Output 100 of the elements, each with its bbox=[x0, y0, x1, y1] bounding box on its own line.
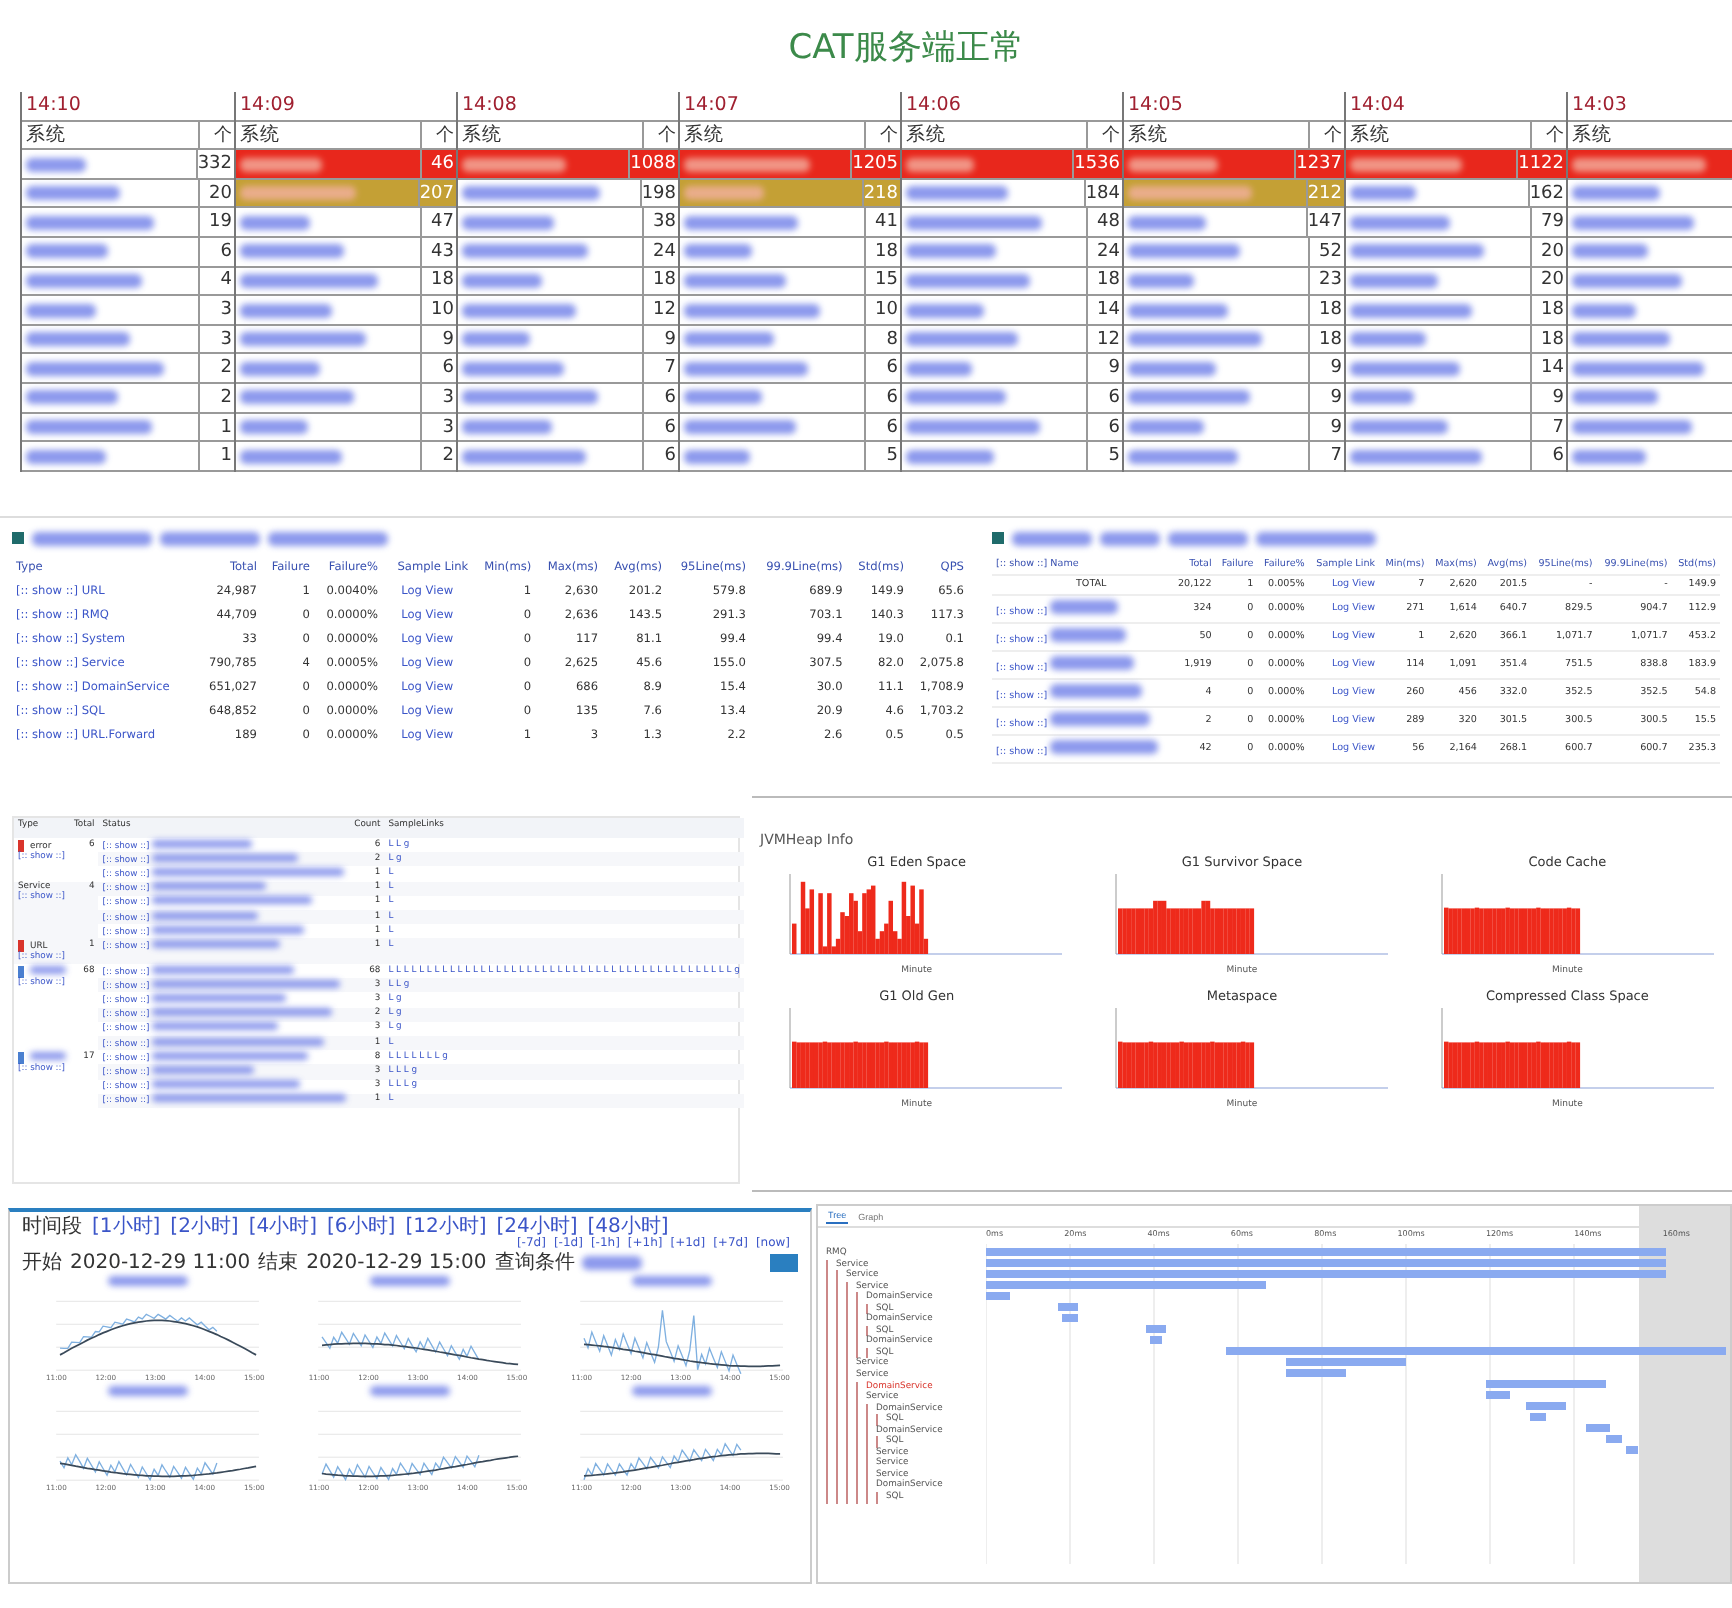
blurred-text bbox=[906, 303, 984, 318]
table-cell-text: 14 bbox=[1539, 358, 1566, 379]
time-header: 14:05 bbox=[1126, 94, 1183, 117]
table-cell-text: 6 bbox=[662, 417, 678, 437]
table-cell-text: 18 bbox=[429, 270, 456, 291]
table-cell-text: 6 bbox=[1550, 446, 1566, 467]
table-cell-text: 8 bbox=[884, 329, 900, 350]
blurred-text bbox=[906, 420, 1040, 434]
table-cell-text: 48 bbox=[1095, 212, 1122, 233]
blurred-text bbox=[1350, 361, 1460, 376]
table-cell: 1536 bbox=[1074, 154, 1122, 175]
blurred-text bbox=[1350, 420, 1448, 434]
blurred-text bbox=[906, 449, 994, 464]
blurred-text bbox=[906, 390, 1006, 405]
blurred-text bbox=[462, 361, 564, 376]
range-link[interactable]: [4小时] bbox=[248, 1216, 318, 1238]
blurred-text bbox=[906, 332, 1018, 347]
table-cell-text: 18 bbox=[873, 241, 900, 262]
range-link[interactable]: [12小时] bbox=[405, 1216, 487, 1238]
blurred-text bbox=[152, 1022, 279, 1031]
table-cell-text: 2 bbox=[218, 387, 234, 408]
blurred-text bbox=[152, 965, 295, 974]
table-cell-text: 43 bbox=[429, 241, 456, 262]
blurred-text bbox=[1350, 273, 1438, 288]
blurred-text bbox=[152, 882, 267, 891]
date-field[interactable]: 2020-12-29 15:00 bbox=[306, 1252, 487, 1274]
table-cell-text: 6 bbox=[440, 358, 456, 379]
range-link[interactable]: [48小时] bbox=[587, 1216, 669, 1238]
table-cell-text: 9 bbox=[1550, 387, 1566, 408]
blurred-text bbox=[152, 993, 287, 1002]
table-cell-text: 18 bbox=[651, 270, 678, 291]
blurred-text bbox=[30, 965, 66, 974]
table-cell-text: 10 bbox=[429, 300, 456, 321]
blurred-text bbox=[26, 390, 118, 405]
time-header: 14:10 bbox=[24, 94, 81, 117]
range-link[interactable]: [24小时] bbox=[496, 1216, 578, 1238]
table-cell-text: 4 bbox=[218, 270, 234, 291]
blurred-text bbox=[684, 390, 762, 405]
field-label: 查询条件 bbox=[494, 1252, 575, 1274]
field-label: 时间段 bbox=[22, 1216, 82, 1238]
range-link[interactable]: [2小时] bbox=[170, 1216, 239, 1238]
table-cell-text: 52 bbox=[1317, 241, 1344, 262]
table-cell-text: 18 bbox=[1095, 270, 1122, 291]
blurred-text bbox=[1572, 449, 1646, 464]
table-cell-text: 3 bbox=[440, 417, 456, 437]
blurred-text bbox=[26, 332, 130, 347]
blurred-text bbox=[1572, 390, 1658, 405]
blurred-text bbox=[684, 157, 810, 172]
blurred-text bbox=[582, 1256, 643, 1270]
column-header: 系统 bbox=[1128, 121, 1168, 148]
blurred-text bbox=[632, 1386, 713, 1396]
field-label: 开始 bbox=[22, 1252, 62, 1274]
time-header: 14:06 bbox=[904, 94, 961, 117]
table-cell-text: 7 bbox=[662, 358, 678, 379]
blurred-text bbox=[684, 303, 820, 318]
tab-icon[interactable] bbox=[12, 532, 24, 544]
table-cell-text: 6 bbox=[662, 387, 678, 408]
blurred-text bbox=[632, 1276, 713, 1286]
table-cell-text: 2 bbox=[218, 358, 234, 379]
tab-icon[interactable] bbox=[992, 532, 1004, 544]
blurred-text bbox=[684, 215, 798, 230]
table-cell-text: 1 bbox=[218, 446, 234, 467]
column-header: 系统 bbox=[1572, 121, 1612, 148]
blurred-text bbox=[30, 1051, 66, 1060]
range-link[interactable]: [1小时] bbox=[92, 1216, 161, 1238]
table-cell-text: 3 bbox=[218, 329, 234, 350]
blurred-text bbox=[1128, 390, 1250, 405]
time-header: 14:09 bbox=[238, 94, 295, 117]
blurred-text bbox=[26, 273, 142, 288]
table-cell-text: 3 bbox=[218, 300, 234, 321]
range-link[interactable]: [6小时] bbox=[327, 1216, 396, 1238]
blurred-text bbox=[240, 273, 378, 288]
blurred-text bbox=[1572, 303, 1636, 318]
blurred-text bbox=[240, 332, 366, 347]
column-header: 系统 bbox=[906, 121, 946, 148]
query-button[interactable] bbox=[770, 1254, 798, 1272]
table-cell-text: 12 bbox=[1095, 329, 1122, 350]
blurred-text bbox=[1256, 531, 1376, 545]
blurred-text bbox=[152, 911, 259, 920]
blurred-text bbox=[1572, 273, 1682, 288]
column-header: 个 bbox=[878, 123, 900, 148]
table-cell-text: 9 bbox=[440, 329, 456, 350]
blurred-text bbox=[1350, 186, 1416, 201]
blurred-text bbox=[1350, 215, 1450, 230]
blurred-text bbox=[240, 361, 320, 376]
date-field[interactable]: 2020-12-29 11:00 bbox=[70, 1252, 251, 1274]
column-header: 系统 bbox=[1350, 121, 1390, 148]
blurred-text bbox=[684, 332, 774, 347]
blurred-text bbox=[240, 157, 322, 172]
table-cell-text: 2 bbox=[440, 446, 456, 467]
blurred-text bbox=[1128, 420, 1204, 434]
table-cell: 162 bbox=[1529, 183, 1566, 204]
blurred-text bbox=[906, 361, 972, 376]
table-cell-text: 5 bbox=[884, 446, 900, 467]
table-cell-text: 47 bbox=[429, 212, 456, 233]
table-cell-text: 1 bbox=[218, 417, 234, 437]
blurred-text bbox=[152, 1065, 255, 1074]
table-cell-text: 6 bbox=[884, 387, 900, 408]
blurred-text bbox=[906, 157, 974, 172]
table-cell-text: 18 bbox=[1317, 329, 1344, 350]
